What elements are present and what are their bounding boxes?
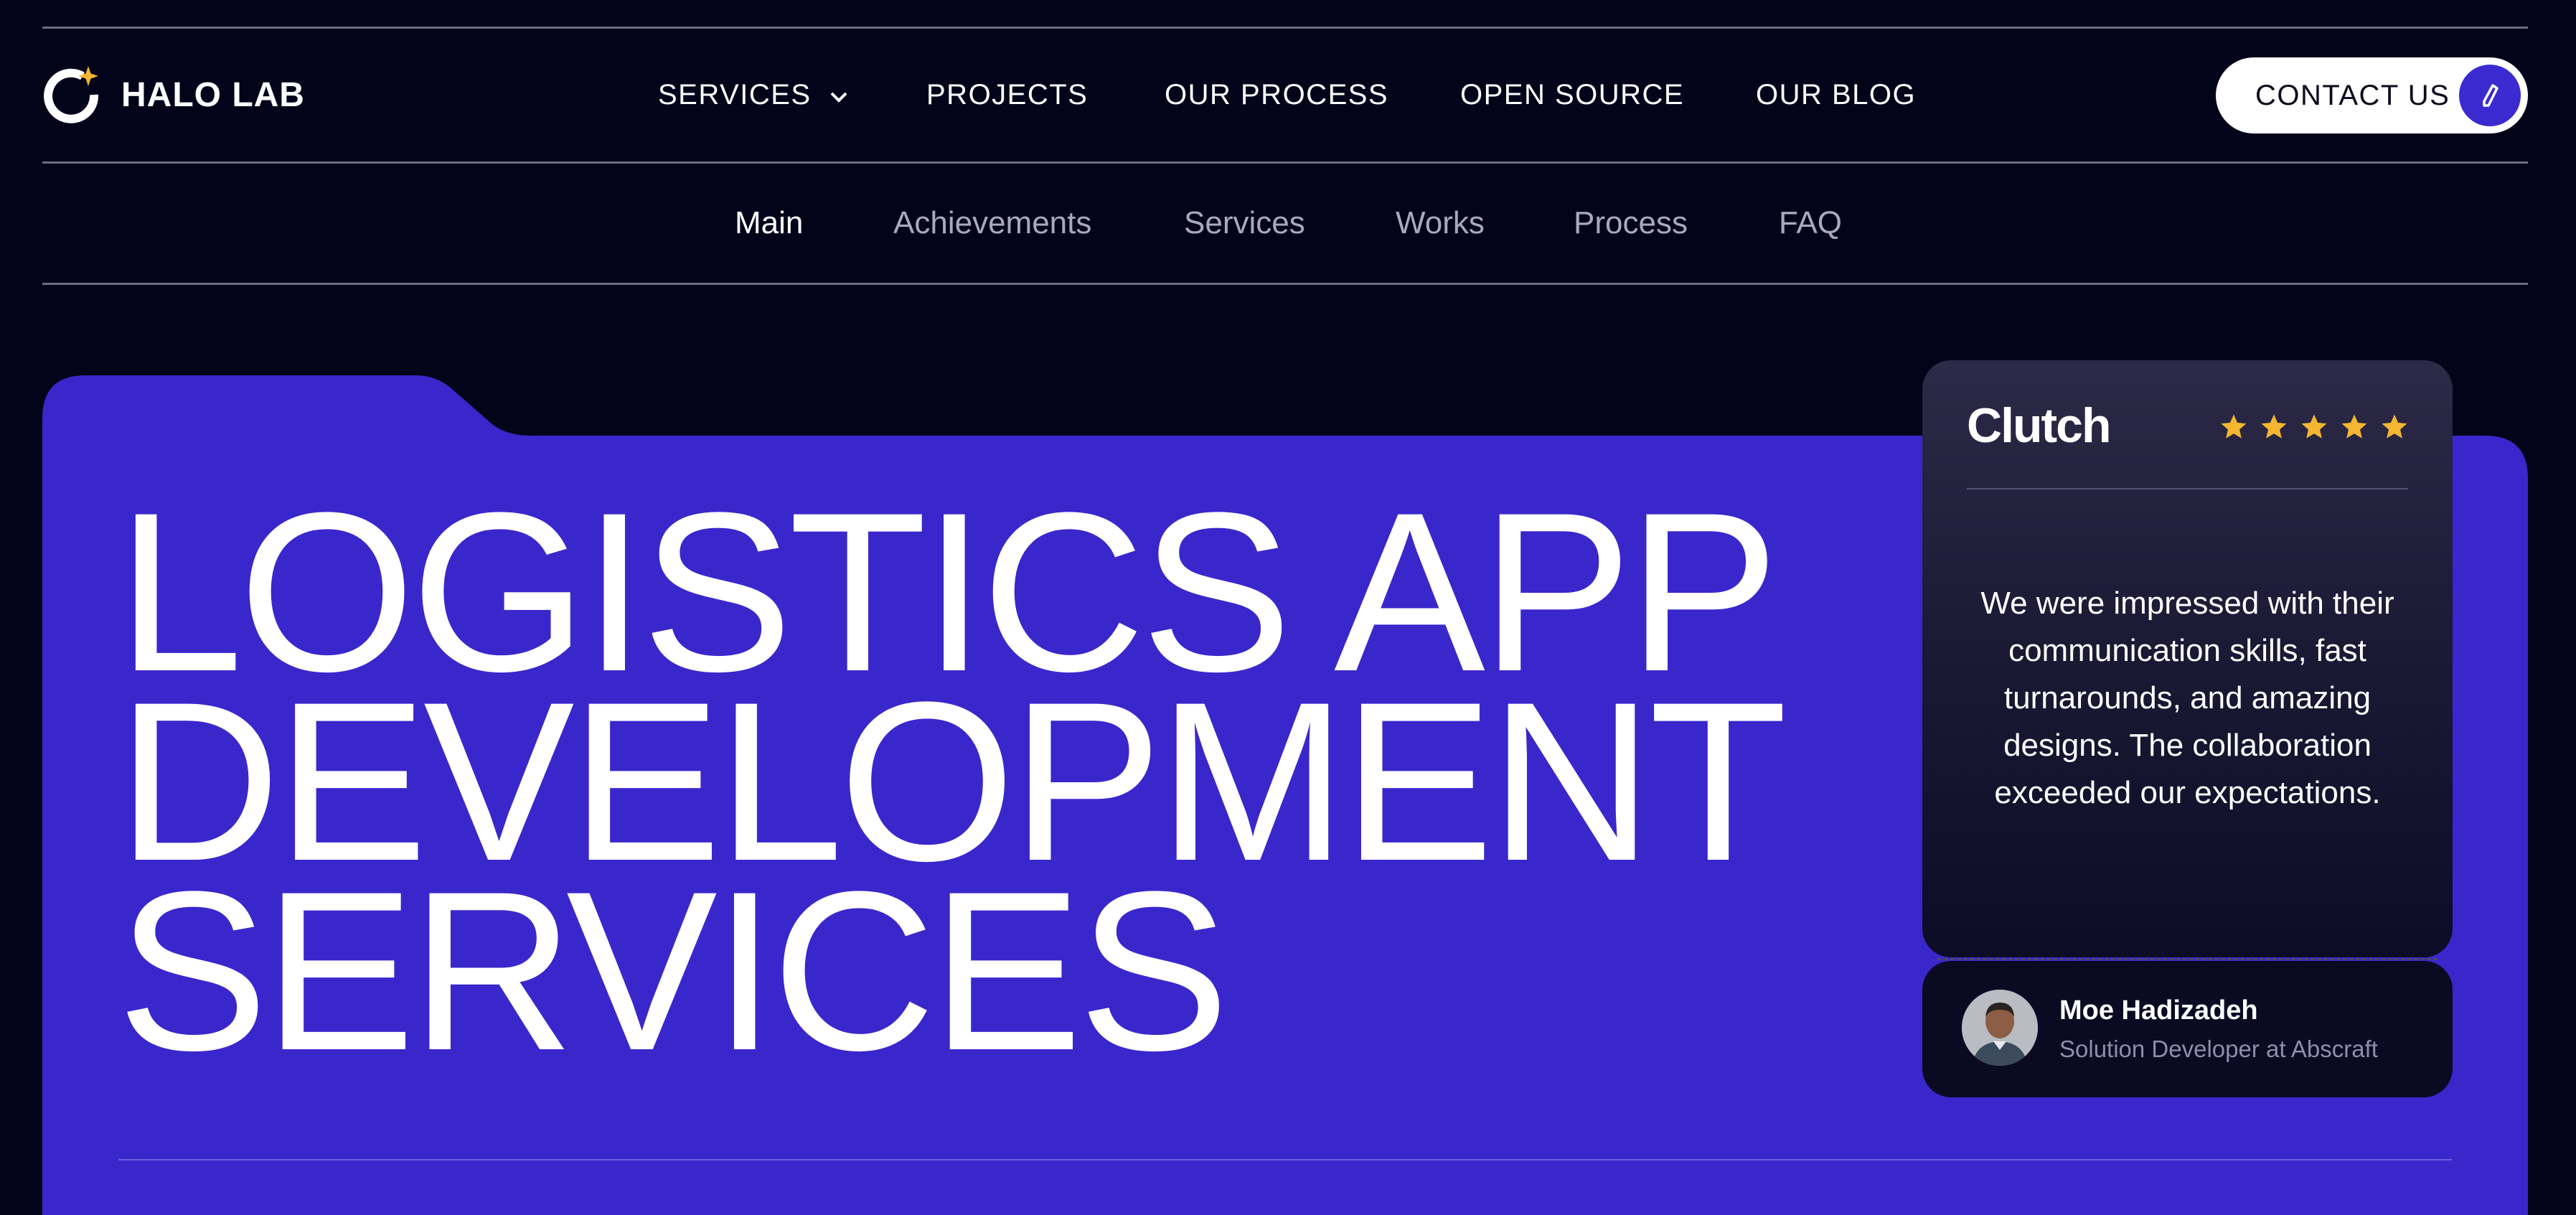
star-icon [2261, 414, 2287, 438]
nav-item-open-source[interactable]: OPEN SOURCE [1460, 79, 1684, 111]
section-tab-process[interactable]: Process [1574, 205, 1688, 241]
top-divider [42, 27, 2528, 29]
nav-item-label: SERVICES [658, 78, 812, 111]
review-author: Moe Hadizadeh Solution Developer at Absc… [1922, 961, 2453, 1097]
clutch-logo: Clutch [1967, 398, 2112, 454]
halo-logo-icon [42, 66, 100, 123]
star-icon [2341, 414, 2367, 438]
star-icon [2382, 414, 2407, 438]
clutch-logo-text: Clutch [1967, 398, 2112, 453]
page: HALO LAB SERVICES PROJECTS OUR PROCESS O… [0, 0, 2576, 1215]
section-tab-main[interactable]: Main [735, 205, 803, 241]
nav-item-services[interactable]: SERVICES [658, 79, 850, 111]
nav-item-our-blog[interactable]: OUR BLOG [1756, 79, 1916, 111]
logo[interactable]: HALO LAB [42, 66, 305, 123]
review-card: Clutch We were impressed with their comm… [1922, 360, 2453, 957]
star-icon [2301, 414, 2327, 438]
nav-item-projects[interactable]: PROJECTS [926, 79, 1088, 111]
rating-stars [2219, 412, 2410, 442]
card-divider [1967, 488, 2408, 489]
review-quote: We were impressed with their communicati… [1980, 586, 2394, 810]
section-tab-services[interactable]: Services [1184, 205, 1305, 241]
contact-us-button[interactable]: CONTACT US [2216, 57, 2528, 133]
nav-divider [42, 161, 2528, 164]
author-name: Moe Hadizadeh [2059, 995, 2258, 1026]
card-dashed-divider [1937, 958, 2438, 960]
author-role: Solution Developer at Abscraft [2059, 1036, 2378, 1062]
hero-divider [118, 1159, 2452, 1160]
pencil-icon [2459, 65, 2521, 126]
chevron-down-icon [827, 83, 850, 106]
nav-item-label: PROJECTS [926, 78, 1089, 111]
logo-text: HALO LAB [121, 75, 305, 114]
section-nav-divider [42, 283, 2528, 285]
avatar [1962, 990, 2038, 1066]
contact-us-label: CONTACT US [2255, 79, 2450, 111]
hero-title: LOGISTICS APP DEVELOPMENT SERVICES [117, 479, 1787, 1084]
section-tab-faq[interactable]: FAQ [1779, 205, 1842, 241]
nav-item-label: OPEN SOURCE [1460, 78, 1685, 111]
nav-item-label: OUR PROCESS [1165, 78, 1389, 111]
nav-item-our-process[interactable]: OUR PROCESS [1165, 79, 1388, 111]
nav-item-label: OUR BLOG [1756, 78, 1917, 111]
section-tab-achievements[interactable]: Achievements [893, 205, 1091, 241]
star-icon [2221, 414, 2247, 438]
section-tab-works[interactable]: Works [1396, 205, 1485, 241]
